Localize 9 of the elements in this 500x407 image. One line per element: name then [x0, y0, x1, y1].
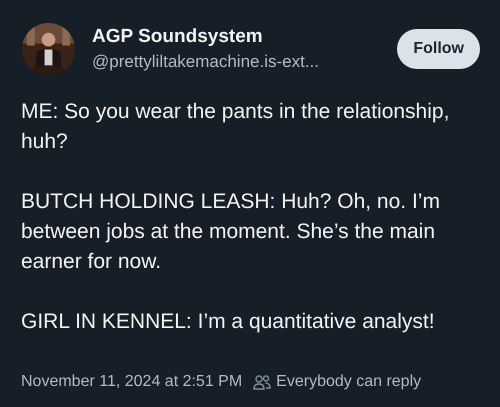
people-icon: [253, 374, 272, 390]
author-name[interactable]: AGP Soundsystem: [92, 26, 398, 48]
post-paragraph: GIRL IN KENNEL: I’m a quantitative analyst!: [21, 309, 436, 335]
author-handle[interactable]: @prettyliltakemachine.is-ext...: [92, 52, 398, 72]
reply-setting: Everybody can reply: [276, 373, 422, 391]
post-timestamp[interactable]: November 11, 2024 at 2:51 PM: [21, 373, 242, 391]
follow-button[interactable]: Follow: [397, 29, 480, 69]
post-paragraph: ME: So you wear the pants in the relationship, huh?: [21, 99, 450, 155]
post-paragraph: BUTCH HOLDING LEASH: Huh? Oh, no. I’m between jobs at the moment. She’s the main earner for now.: [21, 189, 441, 275]
